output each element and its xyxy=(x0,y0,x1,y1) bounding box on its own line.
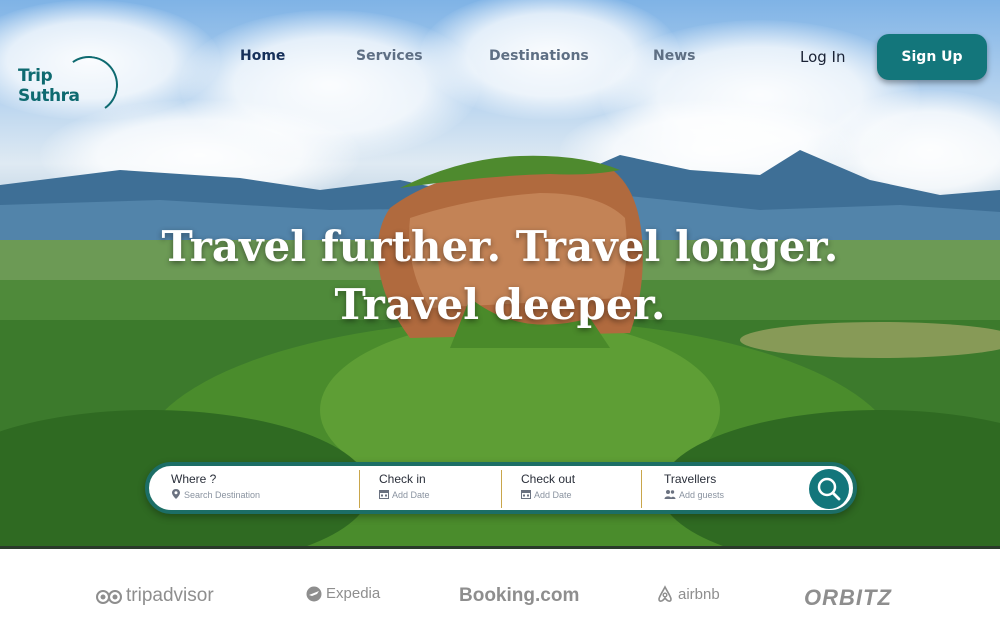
partner-orbitz: ORBITZ xyxy=(804,585,892,611)
travellers-placeholder: Add guests xyxy=(679,490,725,500)
partner-airbnb-text: airbnb xyxy=(678,585,720,603)
partner-orbitz-text: ORBITZ xyxy=(804,585,892,610)
owl-icon xyxy=(96,590,122,604)
airbnb-icon xyxy=(658,585,672,602)
search-button[interactable] xyxy=(809,469,849,509)
divider xyxy=(359,470,360,508)
partner-tripadvisor: tripadvisor xyxy=(96,585,214,607)
partner-tripadvisor-text: tripadvisor xyxy=(126,585,214,606)
checkout-field[interactable]: Check out Add Date xyxy=(521,472,631,508)
calendar-icon xyxy=(379,490,389,499)
nav-services-link[interactable]: Services xyxy=(356,48,423,64)
search-icon xyxy=(817,477,841,501)
headline-line-2: Travel deeper. xyxy=(334,280,666,329)
calendar-icon xyxy=(521,490,531,499)
nav-news-link[interactable]: News xyxy=(653,48,695,64)
where-field[interactable]: Where ? Search Destination xyxy=(171,472,351,508)
divider xyxy=(641,470,642,508)
hero-headline: Travel further. Travel longer. Travel de… xyxy=(0,218,1000,334)
logo-text: Trip Suthra xyxy=(18,66,80,106)
guests-icon xyxy=(664,490,676,499)
checkin-field[interactable]: Check in Add Date xyxy=(379,472,489,508)
checkout-placeholder: Add Date xyxy=(534,490,572,500)
location-pin-icon xyxy=(172,489,180,499)
login-link[interactable]: Log In xyxy=(800,48,846,66)
partner-booking-text: Booking.com xyxy=(459,585,580,606)
headline-line-1: Travel further. Travel longer. xyxy=(161,222,839,271)
checkin-label: Check in xyxy=(379,472,426,486)
globe-icon xyxy=(306,586,322,601)
partner-expedia-text: Expedia xyxy=(326,585,381,602)
partner-airbnb: airbnb xyxy=(656,585,720,603)
where-placeholder: Search Destination xyxy=(184,490,261,500)
nav-destinations-link[interactable]: Destinations xyxy=(489,48,589,64)
divider xyxy=(501,470,502,508)
checkout-label: Check out xyxy=(521,472,576,486)
logo[interactable]: Trip Suthra xyxy=(8,26,123,119)
search-bar: Where ? Search Destination Check in Add … xyxy=(145,462,857,514)
checkin-placeholder: Add Date xyxy=(392,490,430,500)
signup-button[interactable]: Sign Up xyxy=(877,34,987,80)
where-label: Where ? xyxy=(171,472,217,486)
partner-booking: Booking.com xyxy=(459,585,579,607)
nav-home-link[interactable]: Home xyxy=(240,48,285,64)
partner-expedia: Expedia xyxy=(306,585,380,602)
travellers-label: Travellers xyxy=(664,472,717,486)
travellers-field[interactable]: Travellers Add guests xyxy=(664,472,794,508)
